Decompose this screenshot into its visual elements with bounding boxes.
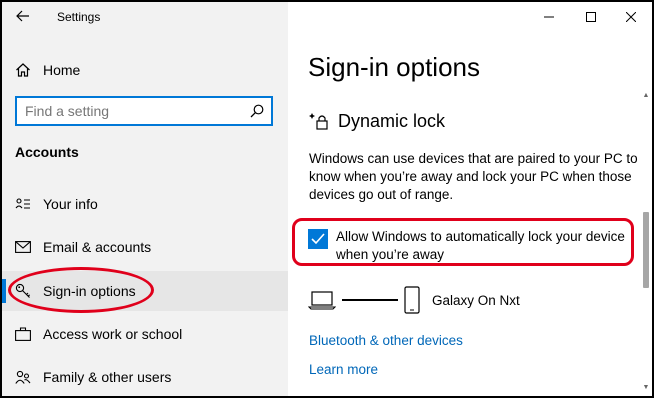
sidebar: Settings Home Accounts Your info E: [2, 2, 288, 396]
connection-line: [342, 299, 398, 301]
search-box[interactable]: [15, 96, 273, 126]
sidebar-item-label: Your info: [43, 196, 98, 212]
allow-lock-checkbox-row[interactable]: Allow Windows to automatically lock your…: [308, 228, 636, 264]
page-title: Sign-in options: [308, 52, 480, 82]
minimize-icon: [544, 16, 554, 18]
people-icon: [14, 368, 32, 386]
dynamic-lock-description: Windows can use devices that are paired …: [309, 151, 638, 202]
search-input[interactable]: [17, 98, 243, 124]
sidebar-item-email-accounts[interactable]: Email & accounts: [2, 227, 288, 267]
section-heading-accounts: Accounts: [15, 144, 79, 160]
phone-icon: [404, 286, 420, 314]
key-icon: [14, 282, 32, 300]
device-name: Galaxy On Nxt: [432, 292, 520, 308]
search-icon[interactable]: [243, 98, 271, 124]
allow-lock-checkbox[interactable]: [308, 229, 328, 249]
sidebar-item-label: Access work or school: [43, 326, 183, 342]
maximize-button[interactable]: [578, 6, 604, 28]
dynamic-lock-heading: Dynamic lock: [308, 110, 445, 132]
scroll-down-arrow-icon[interactable]: ▼: [640, 382, 652, 394]
sidebar-item-label: Family & other users: [43, 369, 172, 385]
sidebar-item-family[interactable]: Family & other users: [2, 357, 288, 396]
sidebar-item-access-work[interactable]: Access work or school: [2, 314, 288, 354]
close-button[interactable]: [618, 6, 644, 28]
allow-lock-checkbox-label[interactable]: Allow Windows to automatically lock your…: [336, 228, 636, 264]
dynamic-lock-icon: [309, 113, 328, 130]
person-card-icon: [14, 195, 32, 213]
laptop-icon: [308, 291, 336, 310]
nav-home-label: Home: [43, 62, 81, 78]
sidebar-item-sign-in-options[interactable]: Sign-in options: [2, 271, 288, 311]
paired-device-row: Galaxy On Nxt: [308, 285, 520, 315]
nav-home[interactable]: Home: [14, 58, 80, 82]
close-icon: [626, 12, 636, 22]
envelope-icon: [14, 238, 32, 256]
main-content: Sign-in options Dynamic lock Windows can…: [288, 2, 652, 396]
bluetooth-devices-link[interactable]: Bluetooth & other devices: [309, 333, 463, 348]
app-title: Settings: [57, 10, 101, 24]
home-icon: [14, 61, 32, 79]
title-bar: Settings: [2, 2, 288, 34]
learn-more-link[interactable]: Learn more: [309, 362, 378, 377]
settings-window: Settings Home Accounts Your info E: [2, 2, 652, 396]
sidebar-item-your-info[interactable]: Your info: [2, 184, 288, 224]
briefcase-icon: [14, 325, 32, 343]
maximize-icon: [586, 12, 596, 22]
scroll-thumb[interactable]: [643, 212, 649, 288]
scroll-up-arrow-icon[interactable]: ▲: [640, 90, 652, 102]
sidebar-item-label: Sign-in options: [43, 283, 136, 299]
back-button[interactable]: [12, 8, 34, 28]
scrollbar[interactable]: ▲ ▼: [640, 90, 652, 396]
minimize-button[interactable]: [536, 6, 562, 28]
dynamic-lock-label: Dynamic lock: [338, 110, 446, 131]
checkmark-icon: [311, 233, 325, 245]
back-arrow-icon: [16, 10, 29, 22]
sidebar-item-label: Email & accounts: [43, 239, 152, 255]
